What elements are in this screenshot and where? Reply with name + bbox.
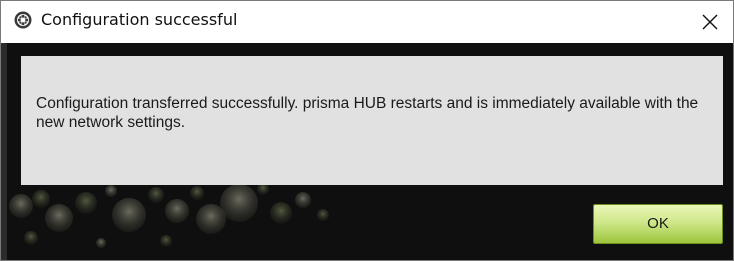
title-bar[interactable]: Configuration successful: [1, 1, 733, 43]
close-icon: [702, 14, 718, 30]
gear-circle-icon: [14, 11, 32, 29]
message-panel: Configuration transferred successfully. …: [21, 56, 723, 185]
ok-button[interactable]: OK: [593, 204, 723, 244]
dialog-title: Configuration successful: [41, 10, 238, 29]
ok-button-label: OK: [647, 215, 669, 232]
configuration-dialog: Configuration successful Configuration t…: [0, 0, 734, 261]
message-text: Configuration transferred successfully. …: [36, 95, 699, 131]
close-button[interactable]: [687, 1, 733, 43]
